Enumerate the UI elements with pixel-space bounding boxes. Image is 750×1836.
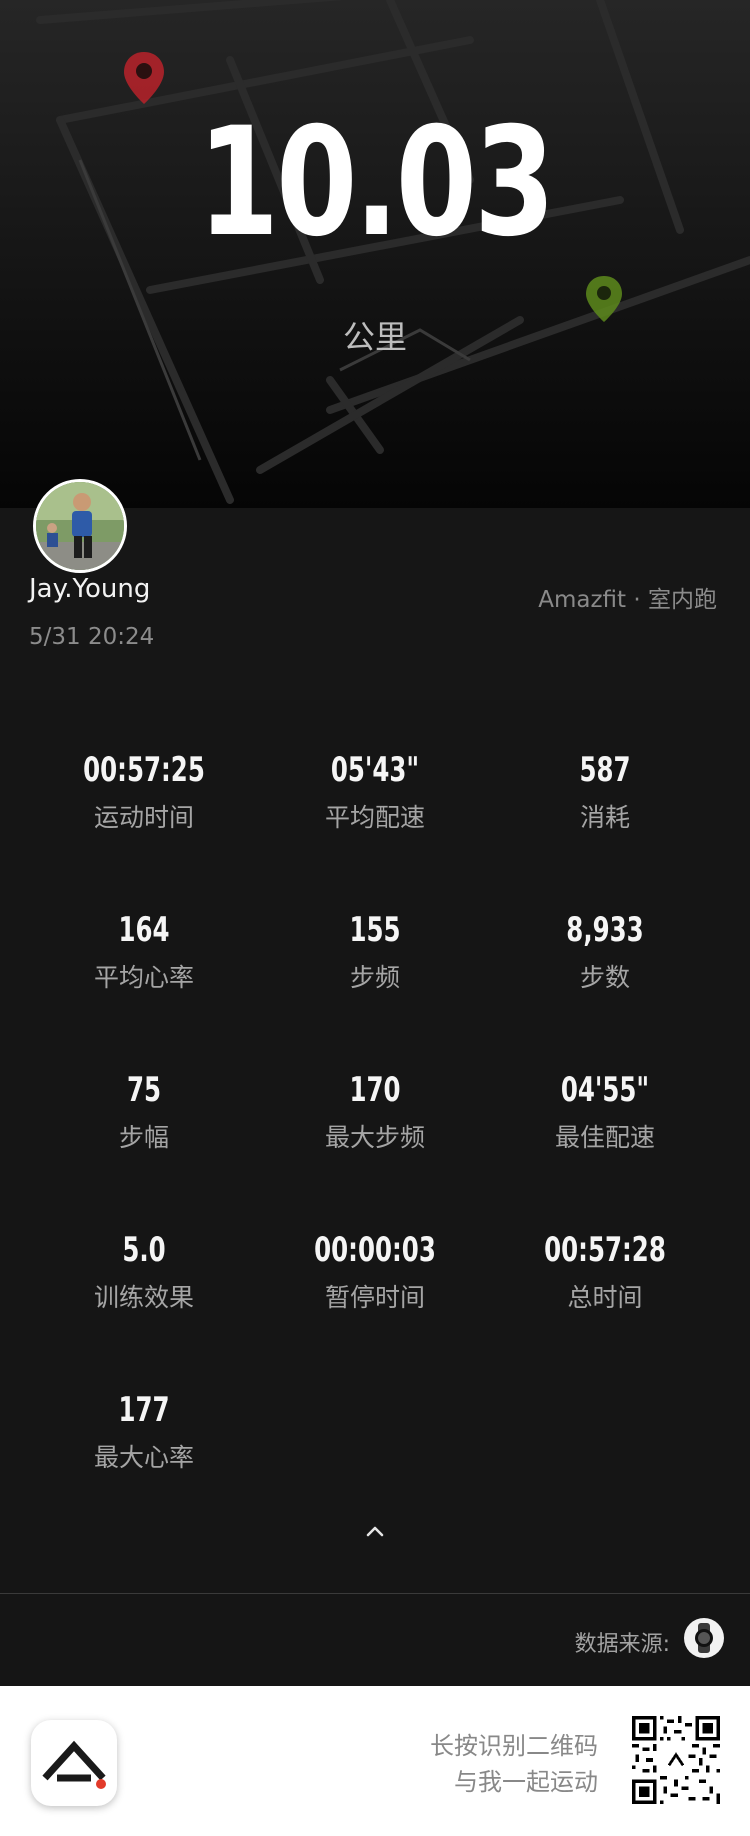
stat-value: 170 bbox=[349, 1070, 401, 1110]
stat-label: 步数 bbox=[579, 963, 630, 992]
stat-item: 04'55" 最佳配速 bbox=[490, 1070, 720, 1154]
stat-item: 00:00:03 暂停时间 bbox=[260, 1230, 490, 1314]
stat-value: 75 bbox=[126, 1070, 162, 1110]
stat-label: 最大心率 bbox=[93, 1443, 194, 1472]
stat-value: 00:00:03 bbox=[314, 1230, 436, 1270]
stat-label: 暂停时间 bbox=[324, 1283, 425, 1312]
stat-label: 最大步频 bbox=[324, 1123, 425, 1152]
stat-value: 00:57:25 bbox=[83, 750, 205, 790]
device-activity-type: Amazfit · 室内跑 bbox=[538, 587, 717, 613]
data-source-row: 数据来源: bbox=[0, 1594, 750, 1686]
stat-label: 运动时间 bbox=[93, 803, 194, 832]
avatar[interactable] bbox=[33, 479, 127, 573]
stat-label: 步幅 bbox=[118, 1123, 169, 1152]
distance-unit: 公里 bbox=[342, 318, 407, 356]
amazfit-app-logo bbox=[31, 1720, 117, 1806]
stat-label: 平均配速 bbox=[324, 803, 425, 832]
stats-grid: 00:57:25 运动时间 05'43" 平均配速 587 消耗 164 平均心… bbox=[0, 700, 750, 1593]
watch-icon bbox=[684, 1618, 724, 1658]
stat-value: 5.0 bbox=[122, 1230, 166, 1270]
stat-value: 00:57:28 bbox=[544, 1230, 666, 1270]
workout-datetime: 5/31 20:24 bbox=[29, 624, 155, 650]
stat-item: 8,933 步数 bbox=[490, 910, 720, 994]
qr-code[interactable] bbox=[632, 1716, 720, 1804]
stat-value: 155 bbox=[349, 910, 401, 950]
stat-item: 75 步幅 bbox=[29, 1070, 259, 1154]
stat-label: 步频 bbox=[349, 963, 400, 992]
stat-value: 04'55" bbox=[560, 1070, 650, 1110]
stat-item: 05'43" 平均配速 bbox=[260, 750, 490, 834]
stat-value: 177 bbox=[118, 1390, 170, 1430]
stat-label: 最佳配速 bbox=[554, 1123, 655, 1152]
profile-section: Jay.Young 5/31 20:24 Amazfit · 室内跑 bbox=[0, 479, 750, 700]
chevron-up-icon[interactable] bbox=[363, 1520, 387, 1544]
stat-value: 587 bbox=[579, 750, 631, 790]
stat-label: 平均心率 bbox=[93, 963, 194, 992]
data-source-label: 数据来源: bbox=[574, 1632, 670, 1657]
distance-value: 10.03 bbox=[197, 96, 556, 270]
stat-item: 155 步频 bbox=[260, 910, 490, 994]
stat-item: 170 最大步频 bbox=[260, 1070, 490, 1154]
stat-value: 05'43" bbox=[330, 750, 420, 790]
footer-invite-text: 与我一起运动 bbox=[454, 1768, 598, 1796]
footer-scan-hint: 长按识别二维码 bbox=[430, 1732, 598, 1760]
stat-item: 164 平均心率 bbox=[29, 910, 259, 994]
stat-item: 00:57:25 运动时间 bbox=[29, 750, 259, 834]
stat-item: 00:57:28 总时间 bbox=[490, 1230, 720, 1314]
stat-label: 训练效果 bbox=[93, 1283, 194, 1312]
stat-item: 177 最大心率 bbox=[29, 1390, 259, 1474]
stat-label: 消耗 bbox=[579, 803, 630, 832]
stat-value: 164 bbox=[118, 910, 170, 950]
share-footer: 长按识别二维码 与我一起运动 bbox=[0, 1686, 750, 1836]
stat-item: 587 消耗 bbox=[490, 750, 720, 834]
stat-value: 8,933 bbox=[566, 910, 644, 950]
username: Jay.Young bbox=[29, 574, 151, 604]
stat-item: 5.0 训练效果 bbox=[29, 1230, 259, 1314]
route-map-header: 10.03 公里 bbox=[0, 0, 750, 508]
stat-label: 总时间 bbox=[567, 1283, 643, 1312]
